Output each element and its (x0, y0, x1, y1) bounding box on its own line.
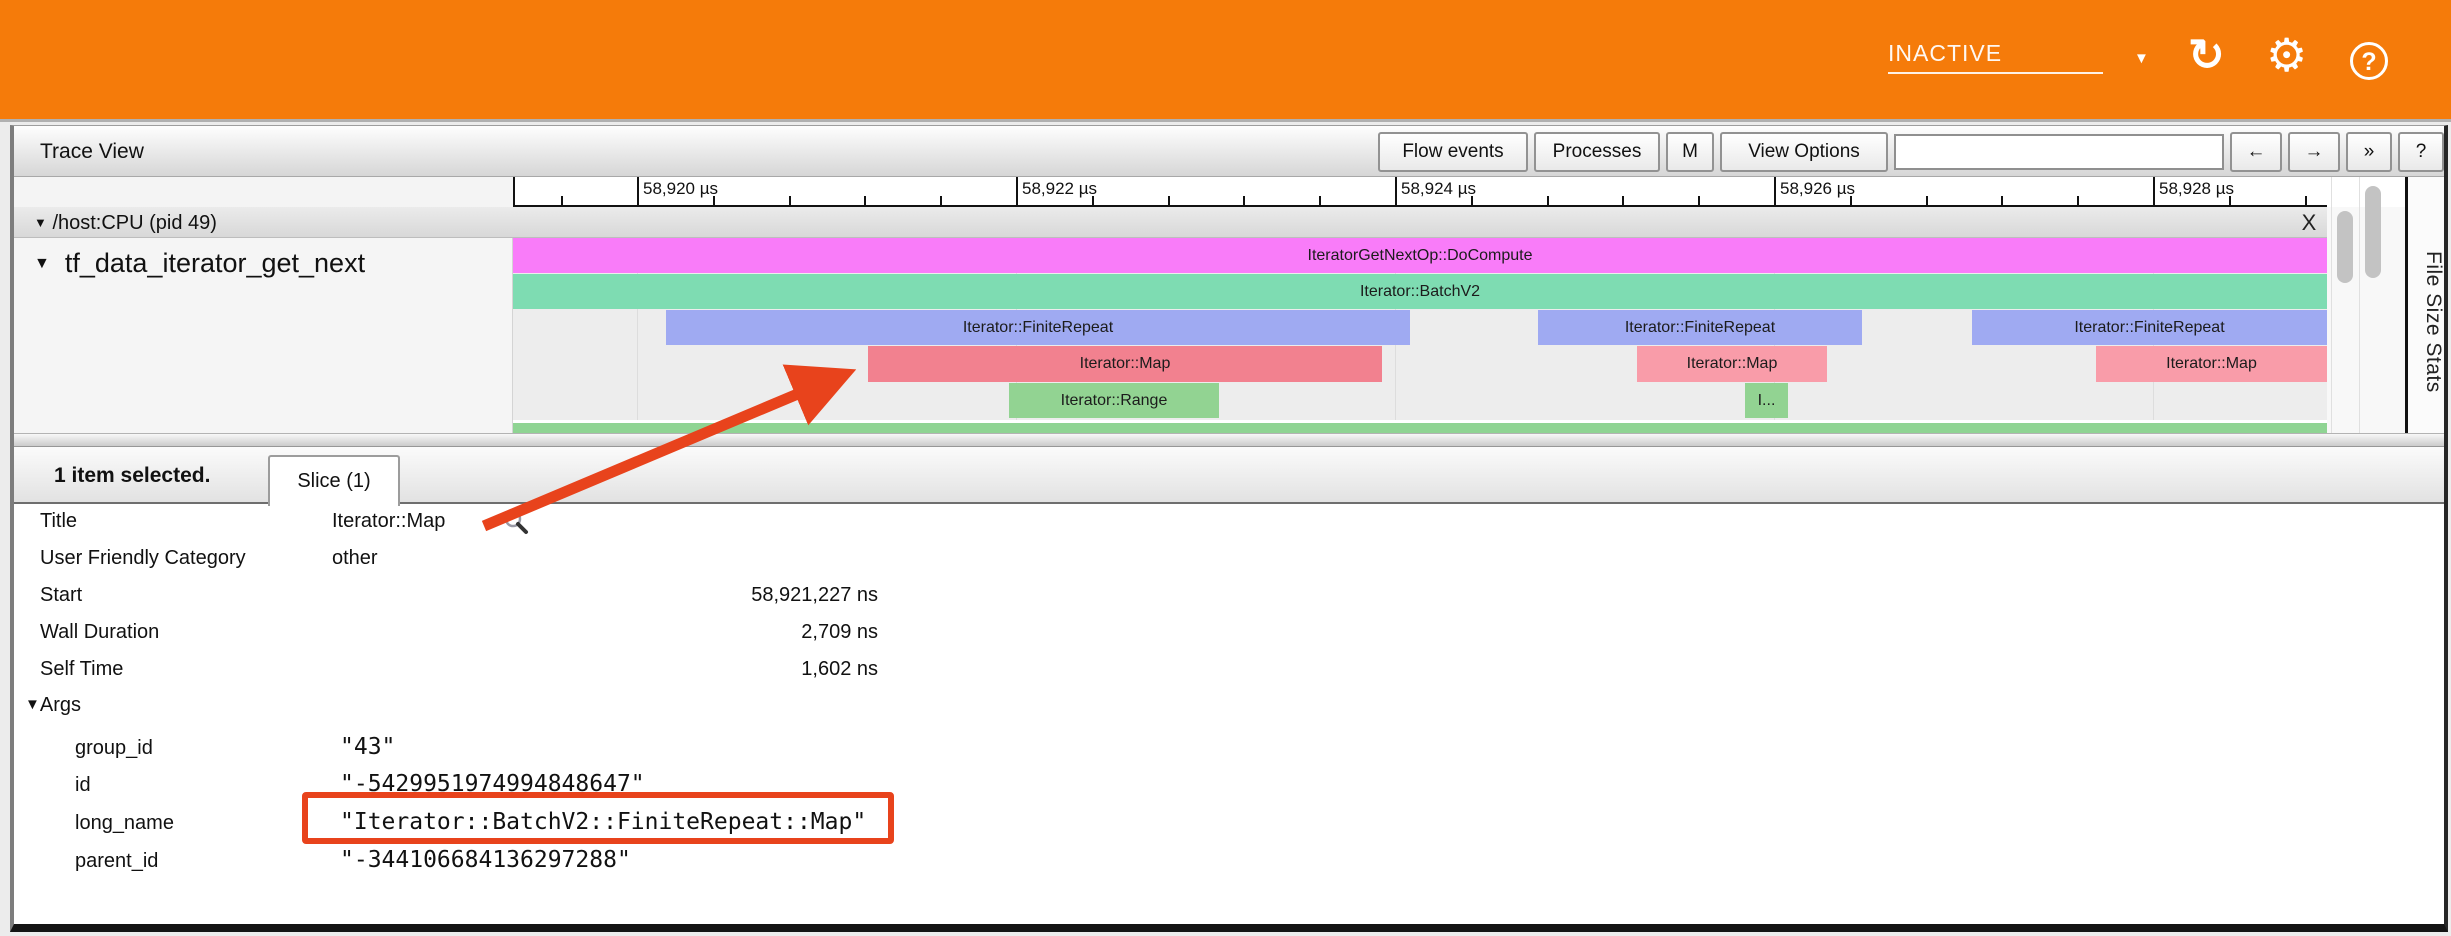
detail-value-title: Iterator::Map (332, 510, 445, 533)
trace-slice-selected[interactable]: Iterator::Map (868, 346, 1382, 382)
vertical-scrollbar-thumb[interactable] (2365, 186, 2381, 278)
trace-slice[interactable]: I... (1745, 383, 1788, 418)
arg-label: group_id (75, 737, 153, 760)
trace-slice[interactable]: Iterator::Range (1009, 383, 1219, 418)
axis-tick-minor (1168, 196, 1170, 205)
track-name: tf_data_iterator_get_next (65, 248, 365, 278)
axis-tick-minor (2229, 196, 2231, 205)
axis-tick-minor (864, 196, 866, 205)
chevron-down-icon[interactable]: ▼ (2134, 50, 2149, 67)
detail-value-wall-duration: 2,709 ns (332, 621, 878, 644)
pane-splitter[interactable] (14, 433, 2444, 447)
detail-value-self-time: 1,602 ns (332, 658, 878, 681)
help-icon[interactable]: ? (2350, 42, 2388, 80)
selection-summary: 1 item selected. (54, 447, 210, 504)
arg-value-group-id: "43" (340, 734, 395, 760)
rail-divider (2331, 177, 2332, 433)
collapse-caret-icon[interactable]: ▼ (34, 255, 50, 272)
trace-slice[interactable]: Iterator::Map (2096, 346, 2327, 382)
process-name: /host:CPU (pid 49) (52, 212, 217, 234)
arg-label: parent_id (75, 850, 158, 873)
flow-events-button[interactable]: Flow events (1378, 132, 1528, 172)
trace-slice[interactable]: Iterator::FiniteRepeat (1972, 310, 2327, 345)
timeline-axis: 58,920 µs 58,922 µs 58,924 µs 58,926 µs 58,9… (513, 177, 2327, 207)
axis-tick-major (1016, 177, 1018, 205)
search-input[interactable] (1894, 134, 2224, 170)
axis-tick-major (1395, 177, 1397, 205)
axis-boundary-tick (513, 177, 515, 205)
axis-tick-minor (561, 196, 563, 205)
trace-canvas[interactable]: IteratorGetNextOp::DoComputeIterator::Ba… (513, 238, 2327, 433)
process-header-row (14, 207, 2327, 238)
axis-tick-minor (1698, 196, 1700, 205)
axis-tick-minor (1092, 196, 1094, 205)
axis-tick-minor (713, 196, 715, 205)
arg-value-long-name: "Iterator::BatchV2::FiniteRepeat::Map" (340, 809, 866, 835)
trace-slice[interactable]: Iterator::BatchV2 (513, 274, 2327, 309)
detail-value-category: other (332, 547, 378, 570)
arg-value-id: "-5429951974994848647" (340, 771, 645, 797)
axis-tick-minor (1622, 196, 1624, 205)
axis-tick-major (637, 177, 639, 205)
collapse-caret-icon[interactable]: ▼ (34, 215, 47, 230)
arg-label: id (75, 774, 91, 797)
rail-divider (2359, 177, 2360, 433)
tab-slice[interactable]: Slice (1) (268, 455, 400, 506)
axis-tick-label: 58,926 µs (1780, 179, 1855, 199)
axis-left-filler (14, 177, 513, 207)
axis-tick-minor (789, 196, 791, 205)
detail-value-start: 58,921,227 ns (332, 584, 878, 607)
run-status-dropdown[interactable]: INACTIVE (1888, 40, 2103, 74)
detail-label: User Friendly Category (40, 547, 246, 570)
toolbar-help-button[interactable]: ? (2398, 132, 2444, 172)
arg-value-parent-id: "-344106684136297288" (340, 847, 631, 873)
axis-tick-label: 58,922 µs (1022, 179, 1097, 199)
nav-forward-button[interactable]: → (2288, 132, 2340, 172)
axis-tick-minor (1926, 196, 1928, 205)
m-button[interactable]: M (1666, 132, 1714, 172)
trace-slice[interactable]: Iterator::FiniteRepeat (666, 310, 1410, 345)
axis-tick-label: 58,928 µs (2159, 179, 2234, 199)
processes-button[interactable]: Processes (1534, 132, 1660, 172)
axis-tick-major (2153, 177, 2155, 205)
axis-tick-minor (1547, 196, 1549, 205)
axis-tick-minor (1471, 196, 1473, 205)
track-label: ▼ tf_data_iterator_get_next (34, 248, 365, 279)
arg-label: long_name (75, 812, 174, 835)
search-icon[interactable] (503, 509, 529, 535)
args-title: Args (40, 694, 81, 716)
detail-label: Self Time (40, 658, 123, 681)
axis-tick-minor (2077, 196, 2079, 205)
axis-tick-label: 58,920 µs (643, 179, 718, 199)
detail-label: Start (40, 584, 82, 607)
trace-slice[interactable]: Iterator::FiniteRepeat (1538, 310, 1862, 345)
axis-tick-minor (1850, 196, 1852, 205)
partial-slice-row (513, 423, 2327, 433)
detail-label: Title (40, 510, 77, 533)
axis-tick-minor (2001, 196, 2003, 205)
gear-icon[interactable]: ⚙ (2266, 28, 2307, 82)
process-label: ▼ /host:CPU (pid 49) (34, 207, 217, 238)
refresh-icon[interactable]: ↻ (2188, 30, 2225, 81)
vertical-scrollbar-thumb[interactable] (2337, 211, 2353, 283)
file-size-stats-tab[interactable]: File Size Stats (2408, 210, 2445, 434)
axis-tick-minor (1243, 196, 1245, 205)
trace-view-title: Trace View (40, 126, 144, 177)
axis-tick-major (1774, 177, 1776, 205)
axis-tick-label: 58,924 µs (1401, 179, 1476, 199)
nav-back-button[interactable]: ← (2230, 132, 2282, 172)
nav-more-button[interactable]: » (2346, 132, 2392, 172)
detail-label: Wall Duration (40, 621, 159, 644)
collapse-caret-icon[interactable]: ▼ (25, 696, 40, 713)
axis-tick-minor (1319, 196, 1321, 205)
args-section-header: ▼Args (25, 694, 81, 717)
trace-slice[interactable]: IteratorGetNextOp::DoCompute (513, 238, 2327, 273)
axis-tick-minor (940, 196, 942, 205)
close-track-button[interactable]: X (2292, 207, 2326, 238)
view-options-button[interactable]: View Options (1720, 132, 1888, 172)
axis-tick-minor (2305, 196, 2307, 205)
trace-slice[interactable]: Iterator::Map (1637, 346, 1827, 382)
